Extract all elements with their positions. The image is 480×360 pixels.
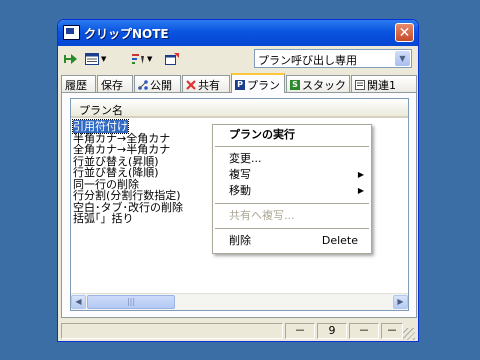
plan-select-value: プラン呼び出し専用 [258,54,357,67]
tab-label: 関連1 [367,78,396,92]
view-button[interactable]: ▼ [85,50,106,68]
list-item-label: 括弧｢」括り [73,212,134,225]
toolbar: ▼ ▼ プラン呼び出し専用 ▼ [61,48,415,70]
menu-item-label: プランの実行 [229,128,295,141]
context-menu: プランの実行 変更... 複写 ▶ 移動 ▶ 共有へ複写... 削除 Delet… [212,124,372,254]
tab-stack[interactable]: S スタック [286,75,350,92]
plan-select[interactable]: プラン呼び出し専用 ▼ [254,49,412,68]
tab-share[interactable]: 共有 [182,75,230,92]
related-icon [355,79,365,90]
tab-label: 履歴 [65,78,87,92]
tab-plan[interactable]: P プラン [231,73,285,93]
scroll-left-button[interactable]: ◀ [71,295,86,309]
submenu-arrow-icon: ▶ [357,186,364,195]
column-header-plan-name[interactable]: プラン名 [71,99,408,118]
chevron-down-icon[interactable]: ▼ [395,51,410,66]
stack-icon: S [290,79,300,90]
sort-button[interactable]: ▼ [131,50,152,68]
menu-item-move[interactable]: 移動 ▶ [229,183,364,199]
menu-item-label: 複写 [229,168,251,181]
status-bar: － 9 － － [61,321,415,340]
chevron-down-icon: ▼ [101,55,107,63]
status-cell-count: 9 [317,323,347,339]
tab-history[interactable]: 履歴 [61,75,96,92]
tab-label: 共有 [198,78,220,92]
sort-icon [132,54,144,64]
status-cell: － [381,323,403,339]
resize-grip[interactable] [403,328,415,340]
connect-button[interactable] [64,50,78,68]
tab-related[interactable]: 関連1 [351,75,417,92]
network-icon [138,79,148,90]
plan-icon: P [235,79,245,90]
menu-separator [215,228,369,229]
tab-label: プラン [247,78,280,92]
tab-label: スタック [302,78,346,92]
tab-label: 保存 [101,78,123,92]
app-icon[interactable] [63,25,80,40]
tab-strip: 履歴 保存 公開 共有 P プラン S スタック 関連1 [61,73,417,93]
menu-item-label: 変更... [229,152,262,165]
share-icon [186,79,196,90]
status-cell: － [349,323,379,339]
submenu-arrow-icon: ▶ [357,170,364,179]
tab-public[interactable]: 公開 [134,75,181,92]
menu-item-label: 移動 [229,184,251,197]
connect-icon [64,54,77,64]
menu-item-copy[interactable]: 複写 ▶ [229,167,364,183]
window-title: クリップNOTE [84,27,169,41]
view-icon [85,53,99,65]
scroll-thumb[interactable]: ||| [87,295,175,309]
menu-separator [215,146,369,147]
horizontal-scrollbar[interactable]: ◀ ||| ▶ [71,293,408,310]
menu-item-run-plan[interactable]: プランの実行 [229,127,364,143]
status-cell-main [61,323,283,339]
menu-item-shortcut: Delete [321,234,358,247]
export-button[interactable] [165,50,179,68]
chevron-down-icon: ▼ [147,55,153,63]
tab-save[interactable]: 保存 [97,75,133,92]
export-icon [165,53,179,65]
tab-label: 公開 [150,78,172,92]
scroll-right-button[interactable]: ▶ [393,295,408,309]
menu-separator [215,203,369,204]
menu-item-label: 共有へ複写... [229,209,295,222]
menu-item-label: 削除 [229,234,251,247]
menu-item-edit[interactable]: 変更... [229,151,364,167]
close-button[interactable]: ✕ [395,23,414,42]
status-cell: － [285,323,315,339]
menu-item-copy-to-shared[interactable]: 共有へ複写... [229,208,364,224]
title-bar[interactable]: クリップNOTE ✕ [58,20,418,46]
menu-item-delete[interactable]: 削除 Delete [229,233,364,249]
column-header-label: プラン名 [79,104,123,117]
